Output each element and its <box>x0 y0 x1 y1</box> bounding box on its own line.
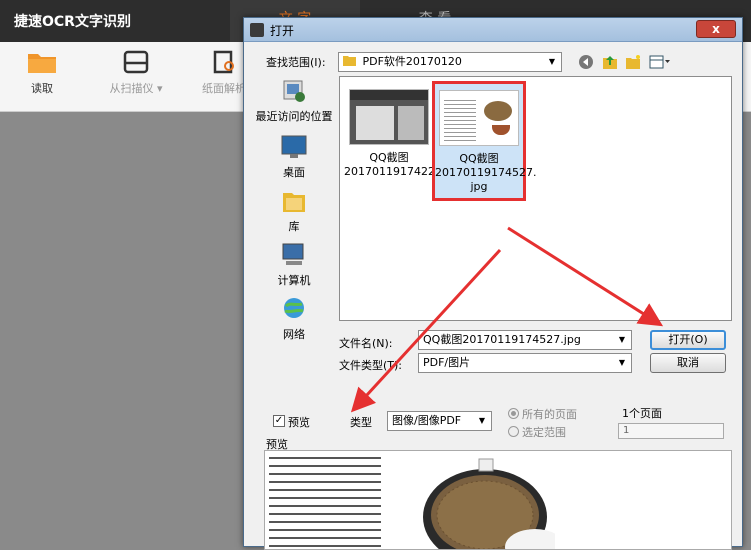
desktop-icon <box>281 135 307 158</box>
look-in-label: 查找范围(I): <box>266 56 326 69</box>
place-computer-label: 计算机 <box>277 274 311 287</box>
file-name: QQ截图 2017011917422... <box>344 151 446 178</box>
dialog-title: 打开 <box>270 24 295 38</box>
folder-icon <box>343 56 356 66</box>
place-recent-label: 最近访问的位置 <box>255 110 333 123</box>
type-value: 图像/图像PDF <box>392 414 462 427</box>
page-parse-label: 纸面解析 <box>202 82 246 95</box>
file-name: QQ截图 20170119174527. jpg <box>435 152 537 193</box>
page-parse-icon <box>213 50 234 74</box>
type-select[interactable]: 图像/图像PDF ▼ <box>387 411 492 431</box>
chevron-down-icon: ▼ <box>478 416 486 425</box>
type-label: 类型 <box>350 416 372 429</box>
selected-range-label: 选定范围 <box>522 426 566 439</box>
new-folder-icon[interactable] <box>625 54 641 70</box>
read-button-label: 读取 <box>31 82 53 95</box>
filename-input[interactable]: QQ截图20170119174527.jpg ▼ <box>418 330 632 350</box>
close-button[interactable]: x <box>696 20 736 38</box>
preview-pane <box>264 450 732 550</box>
place-recent[interactable]: 最近访问的位置 <box>254 78 334 124</box>
recent-places-icon <box>283 80 305 102</box>
places-bar: 最近访问的位置 桌面 库 计算机 网络 <box>254 78 334 368</box>
scanner-icon <box>123 50 149 74</box>
filetype-select[interactable]: PDF/图片 ▼ <box>418 353 632 373</box>
network-icon <box>284 298 304 318</box>
file-list[interactable]: QQ截图 2017011917422... QQ截图 2017011917452… <box>339 76 732 321</box>
app-title: 捷速OCR文字识别 <box>14 14 131 30</box>
filetype-value: PDF/图片 <box>423 356 471 369</box>
chevron-down-icon: ▼ <box>548 57 556 66</box>
look-in-combo[interactable]: PDF软件20170120 ▼ <box>338 52 562 72</box>
up-folder-icon[interactable] <box>602 54 618 70</box>
place-computer[interactable]: 计算机 <box>254 242 334 288</box>
folder-icon <box>28 54 56 73</box>
place-libraries-label: 库 <box>288 220 300 233</box>
filetype-label: 文件类型(T): <box>339 359 403 372</box>
open-file-dialog: 打开 x 查找范围(I): PDF软件20170120 ▼ 最近访问的位置 桌面… <box>243 17 743 550</box>
preview-checkbox[interactable]: ✓ <box>273 415 285 427</box>
preview-checkbox-label: 预览 <box>288 416 310 429</box>
file-thumbnail <box>439 90 519 146</box>
computer-icon <box>282 243 304 265</box>
dialog-title-bar[interactable]: 打开 x <box>244 18 742 42</box>
from-scanner-label: 从扫描仪 ▾ <box>109 82 163 95</box>
selected-range-radio[interactable] <box>508 426 519 437</box>
all-pages-radio[interactable] <box>508 408 519 419</box>
chevron-down-icon: ▼ <box>618 335 626 344</box>
all-pages-label: 所有的页面 <box>522 408 577 421</box>
file-thumbnail <box>349 89 429 145</box>
place-network-label: 网络 <box>283 328 305 341</box>
place-desktop-label: 桌面 <box>283 166 305 179</box>
page-range-input[interactable]: 1 <box>618 423 724 439</box>
preview-text-image <box>265 451 385 549</box>
place-desktop[interactable]: 桌面 <box>254 134 334 180</box>
back-icon[interactable] <box>578 54 594 70</box>
preview-food-image <box>423 458 555 549</box>
chevron-down-icon: ▼ <box>618 358 626 367</box>
open-button[interactable]: 打开(O) <box>650 330 726 350</box>
libraries-icon <box>283 193 305 212</box>
read-button[interactable]: 读取 <box>20 50 64 96</box>
look-in-value: PDF软件20170120 <box>362 55 462 68</box>
place-network[interactable]: 网络 <box>254 296 334 342</box>
from-scanner-button[interactable]: 从扫描仪 ▾ <box>100 50 172 96</box>
file-item[interactable]: QQ截图 2017011917422... <box>344 83 445 179</box>
file-item-selected[interactable]: QQ截图 20170119174527. jpg <box>432 81 536 201</box>
place-libraries[interactable]: 库 <box>254 188 334 234</box>
view-menu-icon[interactable] <box>649 54 671 70</box>
cancel-button[interactable]: 取消 <box>650 353 726 373</box>
app-icon <box>250 23 264 37</box>
page-count: 1个页面 <box>622 407 662 420</box>
filename-label: 文件名(N): <box>339 337 393 350</box>
page-parse-button[interactable]: 纸面解析 <box>200 50 248 96</box>
filename-value: QQ截图20170119174527.jpg <box>423 333 581 346</box>
nav-toolbar <box>578 54 671 73</box>
